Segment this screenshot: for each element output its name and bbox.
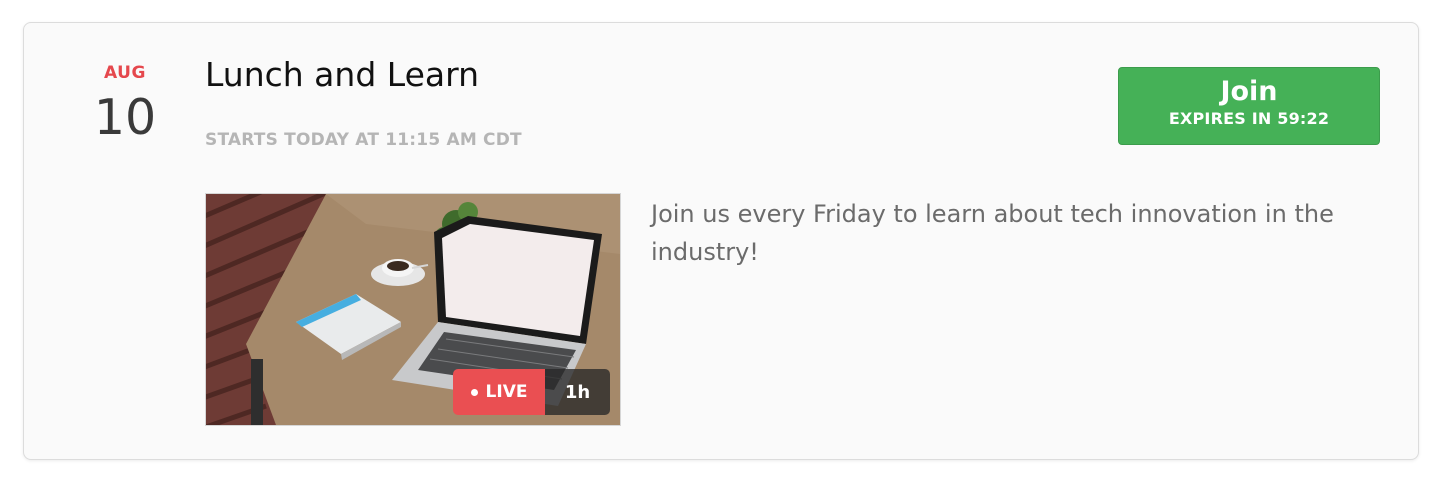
- event-description: Join us every Friday to learn about tech…: [651, 200, 1334, 266]
- event-card: AUG 10 Lunch and Learn STARTS TODAY AT 1…: [23, 22, 1419, 460]
- join-button[interactable]: Join EXPIRES IN 59:22: [1118, 67, 1380, 145]
- event-day: 10: [93, 89, 157, 146]
- live-dot-icon: [470, 388, 478, 396]
- live-label: LIVE: [485, 382, 528, 402]
- event-start-info: STARTS TODAY AT 11:15 AM CDT: [205, 130, 522, 150]
- event-month: AUG: [104, 63, 146, 83]
- event-title[interactable]: Lunch and Learn: [205, 56, 479, 93]
- duration-badge: 1h: [545, 369, 610, 415]
- event-thumbnail[interactable]: LIVE 1h: [205, 193, 621, 426]
- live-badge: LIVE: [453, 369, 545, 415]
- join-expiry-label: EXPIRES IN 59:22: [1168, 109, 1330, 129]
- join-button-label: Join: [1220, 76, 1278, 107]
